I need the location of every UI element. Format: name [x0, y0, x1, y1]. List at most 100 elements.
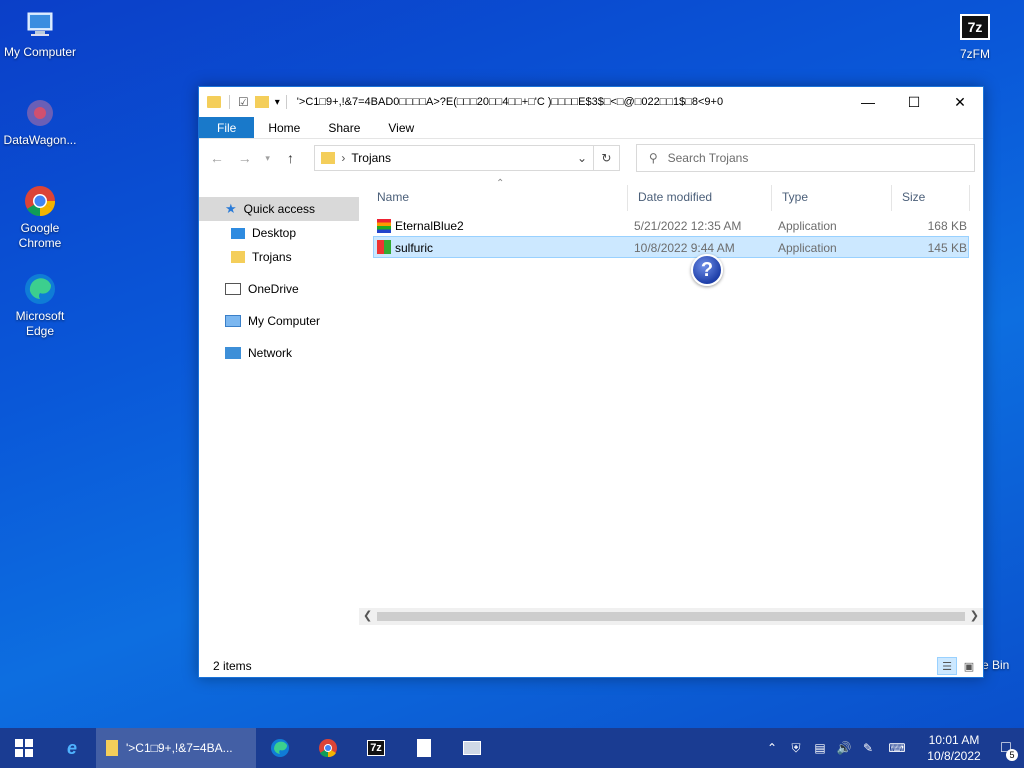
desktop-icon-7zfm[interactable]: 7z 7zFM	[935, 10, 1015, 62]
forward-button[interactable]: →	[235, 150, 255, 166]
nav-item-label: Network	[248, 346, 293, 360]
status-bar: 2 items ☰ ▣	[199, 655, 983, 677]
edge-icon	[23, 272, 57, 306]
help-icon[interactable]: ?	[691, 254, 723, 286]
qat-dropdown-icon[interactable]: ▾	[275, 97, 280, 108]
clock[interactable]: 10:01 AM 10/8/2022	[920, 732, 988, 764]
title-bar[interactable]: ☑ ▾ '>C1□9+,!&7=4BAD0□□□□A>?E(□□□20□□4□□…	[199, 87, 983, 117]
taskbar-explorer-label: '>C1□9+,!&7=4BA...	[126, 741, 233, 755]
network-icon[interactable]: ▤	[808, 741, 832, 755]
nav-item-onedrive[interactable]: OneDrive	[199, 277, 359, 301]
keyboard-icon[interactable]: ⌨	[880, 741, 914, 755]
7zip-taskbar-icon[interactable]: 7z	[352, 728, 400, 768]
desktop-icon-label: My Computer	[3, 45, 77, 59]
notepad-taskbar-icon[interactable]	[400, 728, 448, 768]
scroll-right-icon[interactable]: ❯	[970, 609, 979, 622]
tab-share[interactable]: Share	[314, 117, 374, 138]
file-date: 10/8/2022 9:44 AM	[634, 241, 735, 255]
edge-taskbar-icon[interactable]	[256, 728, 304, 768]
windows-icon	[15, 739, 33, 757]
address-row: ← → ▾ ↑ › Trojans ⌄ ↻ ⚲ Search Trojans	[199, 139, 983, 177]
start-button[interactable]	[0, 728, 48, 768]
desktop-icon-label: DataWagon...	[3, 133, 77, 147]
system-tray: ⌃ ⛨ ▤ 🔊 ✎ ⌨ 10:01 AM 10/8/2022 □ 5	[760, 728, 1024, 768]
taskbar-explorer-button[interactable]: '>C1□9+,!&7=4BA...	[96, 728, 256, 768]
content-area: ★ Quick access Desktop Trojans OneDrive …	[199, 177, 983, 655]
scrollbar-thumb[interactable]	[377, 612, 965, 621]
details-view-button[interactable]: ☰	[937, 657, 957, 675]
back-button[interactable]: ←	[207, 150, 227, 166]
internet-explorer-icon[interactable]: e	[48, 728, 96, 768]
desktop-icon-my-computer[interactable]: My Computer	[0, 8, 80, 60]
search-input[interactable]: ⚲ Search Trojans	[635, 144, 975, 172]
folder-icon	[207, 96, 221, 108]
column-header-date[interactable]: Date modified	[632, 190, 712, 204]
minimize-button[interactable]: —	[845, 87, 891, 117]
clock-time: 10:01 AM	[928, 733, 980, 747]
security-shield-icon[interactable]: ⛨	[784, 741, 808, 756]
search-icon: ⚲	[648, 151, 658, 165]
datawagon-icon	[23, 96, 57, 130]
up-button[interactable]: ↑	[281, 150, 301, 166]
desktop-icon-label: e Bin	[982, 658, 1010, 672]
desktop-icon-recycle-bin[interactable]: e Bin	[982, 658, 1022, 673]
item-count: 2 items	[213, 659, 252, 673]
file-list: ⌃ Name Date modified Type Size EternalBl…	[371, 177, 971, 655]
breadcrumb[interactable]: Trojans	[351, 151, 391, 165]
tab-view[interactable]: View	[374, 117, 428, 138]
sort-ascending-icon: ⌃	[496, 178, 505, 189]
pen-icon[interactable]: ✎	[856, 741, 880, 755]
new-folder-icon[interactable]	[254, 96, 269, 108]
address-bar[interactable]: › Trojans ⌄	[314, 145, 595, 171]
chrome-taskbar-icon[interactable]	[304, 728, 352, 768]
nav-item-trojans[interactable]: Trojans	[199, 245, 359, 269]
file-explorer-window[interactable]: ☑ ▾ '>C1□9+,!&7=4BAD0□□□□A>?E(□□□20□□4□□…	[198, 86, 984, 678]
table-row[interactable]: EternalBlue2 5/21/2022 12:35 AM Applicat…	[373, 215, 969, 237]
tab-home[interactable]: Home	[254, 117, 314, 138]
notification-count: 5	[1006, 749, 1018, 761]
file-type: Application	[778, 219, 837, 233]
maximize-button[interactable]: ☐	[891, 87, 937, 117]
properties-icon[interactable]: ☑	[238, 95, 249, 109]
star-icon: ★	[225, 201, 237, 216]
folder-icon	[321, 152, 336, 164]
nav-item-quick-access[interactable]: ★ Quick access	[199, 197, 359, 221]
column-header-size[interactable]: Size	[896, 190, 925, 204]
volume-icon[interactable]: 🔊	[832, 741, 856, 755]
column-headers: ⌃ Name Date modified Type Size	[371, 177, 971, 217]
large-icons-view-button[interactable]: ▣	[959, 657, 979, 675]
scroll-left-icon[interactable]: ❮	[363, 609, 372, 622]
desktop-icon-label: Google Chrome	[18, 221, 62, 250]
clock-date: 10/8/2022	[927, 749, 981, 763]
refresh-button[interactable]: ↻	[594, 145, 620, 171]
file-type: Application	[778, 241, 837, 255]
nav-item-my-computer[interactable]: My Computer	[199, 309, 359, 333]
desktop-icon-edge[interactable]: Microsoft Edge	[0, 272, 80, 339]
notification-center-button[interactable]: □ 5	[988, 739, 1024, 761]
nav-item-desktop[interactable]: Desktop	[199, 221, 359, 245]
tab-file[interactable]: File	[199, 117, 255, 138]
ribbon-tabs: File Home Share View	[199, 117, 983, 139]
file-name: EternalBlue2	[395, 219, 464, 233]
column-header-name[interactable]: Name	[371, 190, 409, 204]
navigation-pane: ★ Quick access Desktop Trojans OneDrive …	[199, 177, 359, 655]
computer-icon	[23, 8, 57, 42]
quick-access-toolbar: ☑ ▾	[207, 95, 287, 109]
desktop-icon-datawagon[interactable]: DataWagon...	[0, 96, 80, 148]
chevron-down-icon[interactable]: ⌄	[571, 151, 593, 165]
desktop-icon-label: 7zFM	[960, 47, 990, 61]
table-row[interactable]: sulfuric 10/8/2022 9:44 AM Application 1…	[373, 236, 969, 258]
search-placeholder: Search Trojans	[667, 151, 749, 165]
computer-icon	[225, 315, 241, 327]
network-icon	[225, 347, 241, 359]
separator	[285, 95, 287, 109]
desktop-icon-chrome[interactable]: Google Chrome	[0, 184, 80, 251]
task-manager-taskbar-icon[interactable]	[448, 728, 496, 768]
nav-item-label: Trojans	[252, 250, 292, 264]
chevron-up-icon[interactable]: ⌃	[760, 741, 784, 755]
column-header-type[interactable]: Type	[776, 190, 808, 204]
nav-item-network[interactable]: Network	[199, 341, 359, 365]
file-size: 145 KB	[927, 241, 967, 255]
recent-locations-button[interactable]: ▾	[263, 153, 273, 164]
horizontal-scrollbar[interactable]: ❮ ❯	[359, 608, 983, 625]
